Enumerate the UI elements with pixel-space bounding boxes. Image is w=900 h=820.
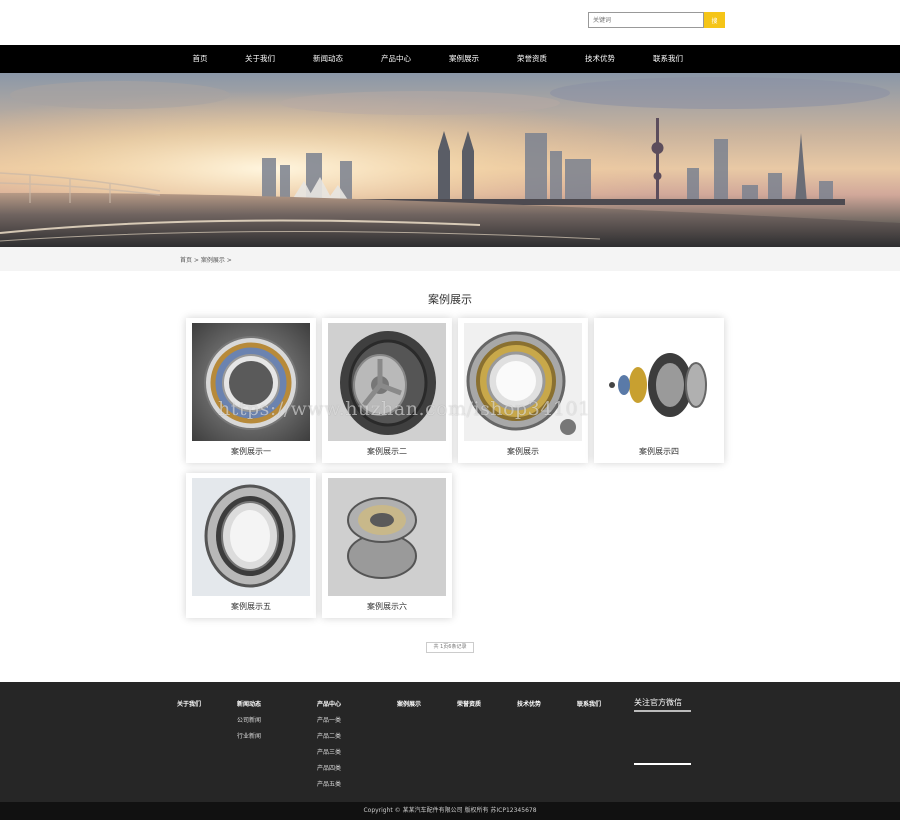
wechat-divider bbox=[634, 710, 691, 712]
breadcrumb-bar: 首页 > 案例展示 > bbox=[0, 247, 900, 271]
wechat-title: 关注官方微信 bbox=[634, 698, 682, 707]
site-footer: 关于我们 新闻动态 公司新闻 行业新闻 产品中心 产品一类 产品二类 产品三类 … bbox=[0, 682, 900, 802]
case-caption: 案例展示六 bbox=[367, 602, 407, 611]
footer-col-tech: 技术优势 bbox=[517, 699, 541, 715]
nav-item-cases[interactable]: 案例展示 bbox=[434, 45, 494, 73]
case-card[interactable]: 案例展示 bbox=[458, 318, 588, 463]
roller-bearing-icon bbox=[464, 323, 582, 441]
case-card[interactable]: 案例展示五 bbox=[186, 473, 316, 618]
footer-col-contact: 联系我们 bbox=[577, 699, 601, 715]
page-title: 案例展示 bbox=[428, 293, 472, 306]
search-input[interactable] bbox=[588, 12, 704, 28]
footer-col-about: 关于我们 bbox=[177, 699, 201, 715]
bearing-blue-icon bbox=[192, 323, 310, 441]
case-card[interactable]: 案例展示六 bbox=[322, 473, 452, 618]
footer-link-cases[interactable]: 案例展示 bbox=[397, 699, 421, 708]
footer-link-product-1[interactable]: 产品一类 bbox=[317, 715, 341, 724]
breadcrumb[interactable]: 首页 > 案例展示 > bbox=[180, 255, 232, 264]
footer-link-company-news[interactable]: 公司新闻 bbox=[237, 715, 261, 724]
case-caption: 案例展示二 bbox=[367, 447, 407, 456]
nav-item-honor[interactable]: 荣誉资质 bbox=[502, 45, 562, 73]
sealed-bearing-icon bbox=[328, 478, 446, 596]
footer-link-products[interactable]: 产品中心 bbox=[317, 699, 341, 708]
footer-link-product-4[interactable]: 产品四类 bbox=[317, 763, 341, 772]
tire-icon bbox=[328, 323, 446, 441]
case-card[interactable]: 案例展示四 bbox=[594, 318, 724, 463]
pagination[interactable]: 共 1页6条记录 bbox=[426, 642, 474, 653]
wechat-qr-bottom-line bbox=[634, 763, 691, 765]
case-caption: 案例展示四 bbox=[639, 447, 679, 456]
footer-col-products: 产品中心 产品一类 产品二类 产品三类 产品四类 产品五类 bbox=[317, 699, 341, 795]
footer-col-cases: 案例展示 bbox=[397, 699, 421, 715]
footer-link-news[interactable]: 新闻动态 bbox=[237, 699, 261, 708]
nav-item-products[interactable]: 产品中心 bbox=[366, 45, 426, 73]
nav-item-about[interactable]: 关于我们 bbox=[230, 45, 290, 73]
nav-item-tech[interactable]: 技术优势 bbox=[570, 45, 630, 73]
search-button[interactable]: 搜 bbox=[704, 12, 725, 28]
footer-link-product-3[interactable]: 产品三类 bbox=[317, 747, 341, 756]
nav-item-news[interactable]: 新闻动态 bbox=[298, 45, 358, 73]
nav-item-home[interactable]: 首页 bbox=[170, 45, 230, 73]
case-card[interactable]: 案例展示二 bbox=[322, 318, 452, 463]
case-caption: 案例展示一 bbox=[231, 447, 271, 456]
copyright-bar: Copyright © 某某汽车配件有限公司 版权所有 苏ICP12345678 bbox=[0, 802, 900, 820]
wheel-assembly-icon bbox=[600, 323, 718, 441]
ball-bearing-icon bbox=[192, 478, 310, 596]
footer-link-tech[interactable]: 技术优势 bbox=[517, 699, 541, 708]
main-nav: 首页 关于我们 新闻动态 产品中心 案例展示 荣誉资质 技术优势 联系我们 bbox=[0, 45, 900, 73]
footer-col-news: 新闻动态 公司新闻 行业新闻 bbox=[237, 699, 261, 747]
case-card[interactable]: 案例展示一 bbox=[186, 318, 316, 463]
top-bar: 搜 bbox=[0, 0, 900, 45]
footer-link-honor[interactable]: 荣誉资质 bbox=[457, 699, 481, 708]
footer-link-about[interactable]: 关于我们 bbox=[177, 699, 201, 708]
footer-link-contact[interactable]: 联系我们 bbox=[577, 699, 601, 708]
footer-link-industry-news[interactable]: 行业新闻 bbox=[237, 731, 261, 740]
footer-col-honor: 荣誉资质 bbox=[457, 699, 481, 715]
case-caption: 案例展示 bbox=[507, 447, 539, 456]
footer-link-product-5[interactable]: 产品五类 bbox=[317, 779, 341, 788]
city-skyline-banner bbox=[0, 73, 900, 247]
footer-link-product-2[interactable]: 产品二类 bbox=[317, 731, 341, 740]
case-caption: 案例展示五 bbox=[231, 602, 271, 611]
nav-item-contact[interactable]: 联系我们 bbox=[638, 45, 698, 73]
skyline-illustration bbox=[0, 73, 900, 247]
